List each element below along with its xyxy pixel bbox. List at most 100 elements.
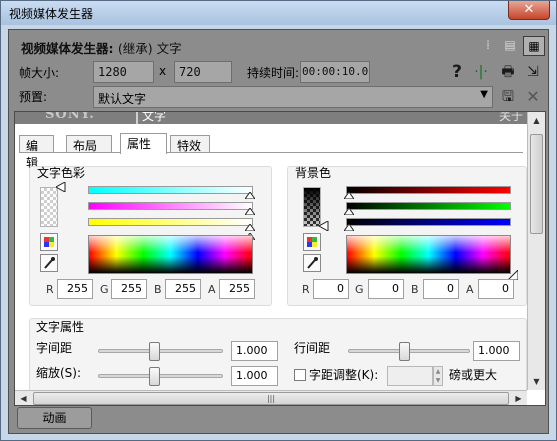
text-b-field[interactable]: 255 bbox=[165, 279, 201, 299]
text-a-field[interactable]: 255 bbox=[219, 279, 255, 299]
bg-color-palette-icon[interactable] bbox=[303, 233, 321, 251]
scale-slider-thumb[interactable] bbox=[149, 367, 160, 386]
blue-slider-handle[interactable] bbox=[344, 224, 354, 231]
grip-icon[interactable]: ⁞ bbox=[479, 38, 497, 52]
scale-slider-track[interactable] bbox=[98, 374, 223, 378]
text-g-label: G bbox=[100, 283, 109, 296]
tab-edit[interactable]: 编辑 bbox=[19, 135, 54, 170]
bg-eyedropper-icon[interactable] bbox=[303, 254, 321, 272]
text-color-spectrum[interactable] bbox=[88, 235, 253, 274]
tab-divider bbox=[19, 152, 523, 153]
bg-color-spectrum[interactable] bbox=[346, 235, 511, 274]
sync-cursor-icon[interactable]: ·|· bbox=[471, 62, 491, 82]
preset-label: 预置: bbox=[19, 90, 48, 104]
magenta-slider-handle[interactable] bbox=[245, 208, 255, 215]
vertical-scroll-thumb[interactable] bbox=[530, 134, 543, 234]
kerning-suffix: 磅或更大 bbox=[449, 368, 498, 382]
sony-logo: SONY. bbox=[45, 111, 95, 122]
bg-brightness-slider-handle[interactable] bbox=[508, 270, 518, 280]
red-bar[interactable] bbox=[346, 186, 511, 194]
panel-title-plain: (继承) 文字 bbox=[117, 41, 182, 56]
text-props-title: 文字属性 bbox=[36, 320, 85, 334]
tab-layout[interactable]: 布局 bbox=[66, 135, 112, 153]
text-props-panel: 文字属性 字间距 1.000 行间距 1.000 缩放(S): 1.000 字距… bbox=[29, 318, 527, 398]
green-bar[interactable] bbox=[346, 202, 511, 210]
line-spacing-slider-thumb[interactable] bbox=[399, 342, 410, 361]
generator-panel: 视频媒体发生器: (继承) 文字 ⁞ ▤ ▦ 帧大小: 1280 x 720 持… bbox=[8, 29, 549, 434]
frame-width-field[interactable]: 1280 bbox=[93, 61, 154, 83]
text-r-label: R bbox=[46, 283, 54, 296]
list-view-icon[interactable]: ▤ bbox=[501, 38, 519, 52]
line-spacing-field[interactable]: 1.000 bbox=[473, 341, 520, 361]
panel-title: 视频媒体发生器: (继承) 文字 bbox=[21, 38, 182, 57]
tracking-slider-track[interactable] bbox=[98, 349, 223, 353]
bg-a-field[interactable]: 0 bbox=[478, 279, 514, 299]
frame-height-field[interactable]: 720 bbox=[174, 61, 232, 83]
tab-properties[interactable]: 属性 bbox=[120, 133, 167, 154]
bg-r-label: R bbox=[302, 283, 310, 296]
text-a-label: A bbox=[208, 283, 216, 296]
animate-button[interactable]: 动画 bbox=[17, 407, 92, 429]
bg-color-panel: 背景色 R 0 G 0 B 0 A 0 bbox=[287, 166, 527, 306]
eyedropper-icon[interactable] bbox=[40, 254, 58, 272]
yellow-bar[interactable] bbox=[88, 218, 253, 226]
red-slider-handle[interactable] bbox=[344, 192, 354, 199]
scroll-left-icon[interactable]: ◀ bbox=[15, 391, 32, 405]
bg-g-field[interactable]: 0 bbox=[368, 279, 404, 299]
scale-field[interactable]: 1.000 bbox=[231, 366, 278, 386]
kerning-field[interactable] bbox=[387, 366, 433, 386]
about-link[interactable]: 关于 bbox=[499, 112, 523, 124]
grid-view-icon[interactable]: ▦ bbox=[523, 36, 545, 56]
banner-divider bbox=[136, 112, 138, 124]
preset-dropdown[interactable]: 默认文字 ▼ bbox=[93, 86, 493, 108]
plugin-content: SONY. 文字 关于 编辑 布局 属性 特效 文字色彩 R 255 G 255… bbox=[14, 111, 546, 406]
window-close-button[interactable]: ✕ bbox=[508, 1, 550, 20]
bg-b-field[interactable]: 0 bbox=[423, 279, 459, 299]
plugin-name: 文字 bbox=[142, 111, 167, 123]
text-color-title: 文字色彩 bbox=[37, 166, 86, 180]
kerning-checkbox[interactable] bbox=[294, 369, 306, 381]
panel-title-bold: 视频媒体发生器: bbox=[21, 41, 114, 56]
line-spacing-label: 行间距 bbox=[294, 341, 331, 355]
bg-g-label: G bbox=[355, 283, 364, 296]
duration-label: 持续时间: bbox=[247, 66, 300, 80]
horizontal-scrollbar[interactable]: ◀ ||| ▶ bbox=[15, 390, 527, 405]
tracking-field[interactable]: 1.000 bbox=[231, 341, 278, 361]
green-slider-handle[interactable] bbox=[344, 208, 354, 215]
export-icon[interactable]: ⇲ bbox=[523, 62, 543, 82]
cyan-slider-handle[interactable] bbox=[245, 192, 255, 199]
duration-field[interactable]: 00:00:10.00 bbox=[300, 61, 370, 83]
app-window: 视频媒体发生器 ✕ 视频媒体发生器: (继承) 文字 ⁞ ▤ ▦ 帧大小: 12… bbox=[0, 0, 557, 441]
preset-value: 默认文字 bbox=[98, 92, 147, 106]
blue-bar[interactable] bbox=[346, 218, 511, 226]
text-b-label: B bbox=[154, 283, 162, 296]
bg-a-label: A bbox=[466, 283, 474, 296]
help-icon[interactable]: ? bbox=[447, 62, 467, 82]
scroll-down-icon[interactable]: ▼ bbox=[528, 373, 545, 390]
yellow-slider-handle[interactable] bbox=[245, 224, 255, 231]
tracking-slider-thumb[interactable] bbox=[149, 342, 160, 361]
kerning-spinner[interactable]: ▲ ▼ bbox=[433, 366, 443, 386]
vertical-scrollbar[interactable]: ▲ ▼ bbox=[527, 112, 545, 390]
horizontal-scroll-thumb[interactable]: ||| bbox=[33, 392, 509, 405]
header-bar bbox=[209, 36, 463, 56]
text-r-field[interactable]: 255 bbox=[57, 279, 93, 299]
brand-banner: SONY. 文字 关于 bbox=[15, 112, 527, 124]
scroll-right-icon[interactable]: ▶ bbox=[510, 391, 527, 405]
cyan-bar[interactable] bbox=[88, 186, 253, 194]
tab-effects[interactable]: 特效 bbox=[170, 135, 210, 153]
frame-size-label: 帧大小: bbox=[19, 66, 60, 80]
bg-alpha-slider-handle[interactable] bbox=[319, 221, 329, 231]
print-icon[interactable]: 🖶 bbox=[498, 62, 518, 82]
alpha-slider-handle[interactable] bbox=[56, 182, 66, 192]
chevron-down-icon: ▼ bbox=[480, 89, 488, 100]
window-title: 视频媒体发生器 bbox=[9, 7, 94, 21]
magenta-bar[interactable] bbox=[88, 202, 253, 210]
text-g-field[interactable]: 255 bbox=[111, 279, 147, 299]
delete-preset-icon[interactable]: ✕ bbox=[523, 87, 543, 107]
save-preset-icon[interactable]: 🖫 bbox=[498, 87, 518, 107]
scroll-up-icon[interactable]: ▲ bbox=[528, 112, 545, 129]
text-color-swatch bbox=[40, 187, 58, 227]
color-palette-icon[interactable] bbox=[40, 233, 58, 251]
bg-r-field[interactable]: 0 bbox=[313, 279, 349, 299]
